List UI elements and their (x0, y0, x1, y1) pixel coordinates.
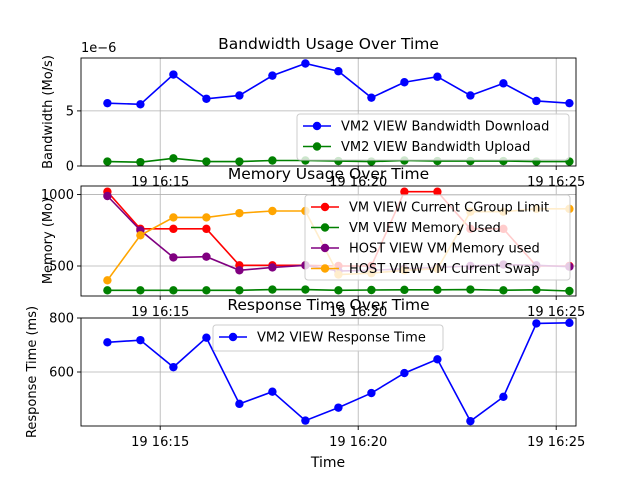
legend-swatch-marker (320, 202, 330, 212)
data-point (268, 263, 277, 272)
data-point (301, 285, 310, 294)
data-point (400, 368, 409, 378)
data-point (433, 72, 442, 81)
data-point (136, 335, 145, 345)
y-tick-label: 800 (49, 312, 74, 327)
x-tick-label: 19 16:20 (329, 435, 387, 450)
legend-label: HOST VIEW VM Memory used (349, 242, 540, 257)
data-point (202, 213, 211, 222)
data-point (367, 285, 376, 295)
legend-swatch-marker (312, 121, 322, 131)
data-point (136, 231, 145, 240)
data-point (235, 266, 244, 275)
data-point (400, 285, 409, 295)
data-point (268, 71, 277, 80)
legend: VM2 VIEW Response Time (212, 324, 444, 352)
data-point (103, 276, 112, 285)
data-point (103, 338, 112, 347)
data-point (103, 191, 112, 201)
data-point (136, 100, 145, 109)
legend-swatch-marker (228, 332, 238, 342)
data-point (103, 98, 112, 108)
data-point (136, 286, 145, 295)
legend: VM2 VIEW Bandwidth Download VM2 VIEW Band… (296, 113, 570, 161)
data-point (169, 213, 178, 222)
data-point (334, 67, 343, 76)
data-point (202, 286, 211, 295)
data-point (169, 70, 178, 79)
data-point (136, 157, 145, 167)
data-point (532, 319, 541, 328)
data-point (433, 355, 442, 364)
y-offset-label: 1e−6 (81, 41, 116, 56)
data-point (235, 91, 244, 100)
data-point (268, 156, 277, 165)
data-point (169, 224, 178, 234)
legend-swatch-marker (312, 142, 322, 151)
data-point (202, 157, 211, 166)
data-point (499, 392, 508, 402)
y-tick-label: 600 (49, 366, 74, 381)
legend-swatch-marker (320, 223, 330, 232)
data-point (268, 206, 277, 216)
data-point (268, 387, 277, 396)
data-point (202, 252, 211, 261)
data-point (268, 285, 277, 294)
y-tick-label: 5 (66, 104, 74, 119)
data-point (103, 157, 112, 166)
data-point (565, 318, 574, 328)
figure: 0 5 19 16:15 19 16:20 19 16:25 1e−6 Bandwidth … (0, 0, 640, 480)
legend-swatch-marker (320, 243, 330, 253)
data-point (202, 224, 211, 234)
y-tick-label: 0 (66, 160, 74, 175)
data-point (499, 79, 508, 88)
data-point (301, 59, 310, 68)
data-point (169, 154, 178, 163)
data-point (466, 91, 475, 100)
data-point (202, 333, 211, 342)
data-point (499, 286, 508, 295)
x-tick-label: 19 16:15 (131, 435, 189, 450)
chart-title: Memory Usage Over Time (228, 165, 429, 183)
chart-title: Response Time Over Time (227, 296, 429, 314)
y-axis-label: Memory (Mo) (41, 198, 56, 284)
data-point (202, 94, 211, 103)
data-point (235, 208, 244, 218)
legend-label: VM VIEW Memory Used (349, 221, 501, 236)
legend-swatch-marker (320, 264, 330, 273)
data-point (103, 286, 112, 295)
data-point (433, 285, 442, 295)
y-axis-label: Response Time (ms) (25, 306, 40, 438)
data-point (235, 286, 244, 295)
data-point (301, 416, 310, 425)
figure-x-axis-label: Time (310, 455, 345, 471)
data-point (169, 362, 178, 372)
legend-label: VM2 VIEW Bandwidth Upload (341, 140, 530, 155)
legend-label: VM2 VIEW Bandwidth Download (341, 120, 549, 135)
data-point (565, 286, 574, 296)
data-point (367, 93, 376, 102)
legend-label: VM VIEW Current CGroup Limit (349, 201, 549, 216)
legend-label: VM2 VIEW Response Time (257, 331, 426, 346)
chart-title: Bandwidth Usage Over Time (218, 35, 439, 53)
data-point (334, 286, 343, 295)
data-point (169, 286, 178, 295)
data-point (334, 403, 343, 412)
data-point (169, 253, 178, 262)
x-tick-label: 19 16:25 (527, 435, 585, 450)
legend-label: HOST VIEW VM Current Swap (349, 262, 540, 277)
data-point (466, 285, 475, 294)
data-point (466, 416, 475, 426)
data-point (235, 399, 244, 409)
data-point (565, 98, 574, 108)
data-point (532, 285, 541, 295)
legend: VM VIEW Current CGroup Limit VM VIEW Memo… (304, 194, 571, 281)
y-axis-label: Bandwidth (Mo/s) (41, 55, 56, 169)
data-point (367, 388, 376, 398)
data-point (400, 78, 409, 87)
data-point (532, 96, 541, 106)
